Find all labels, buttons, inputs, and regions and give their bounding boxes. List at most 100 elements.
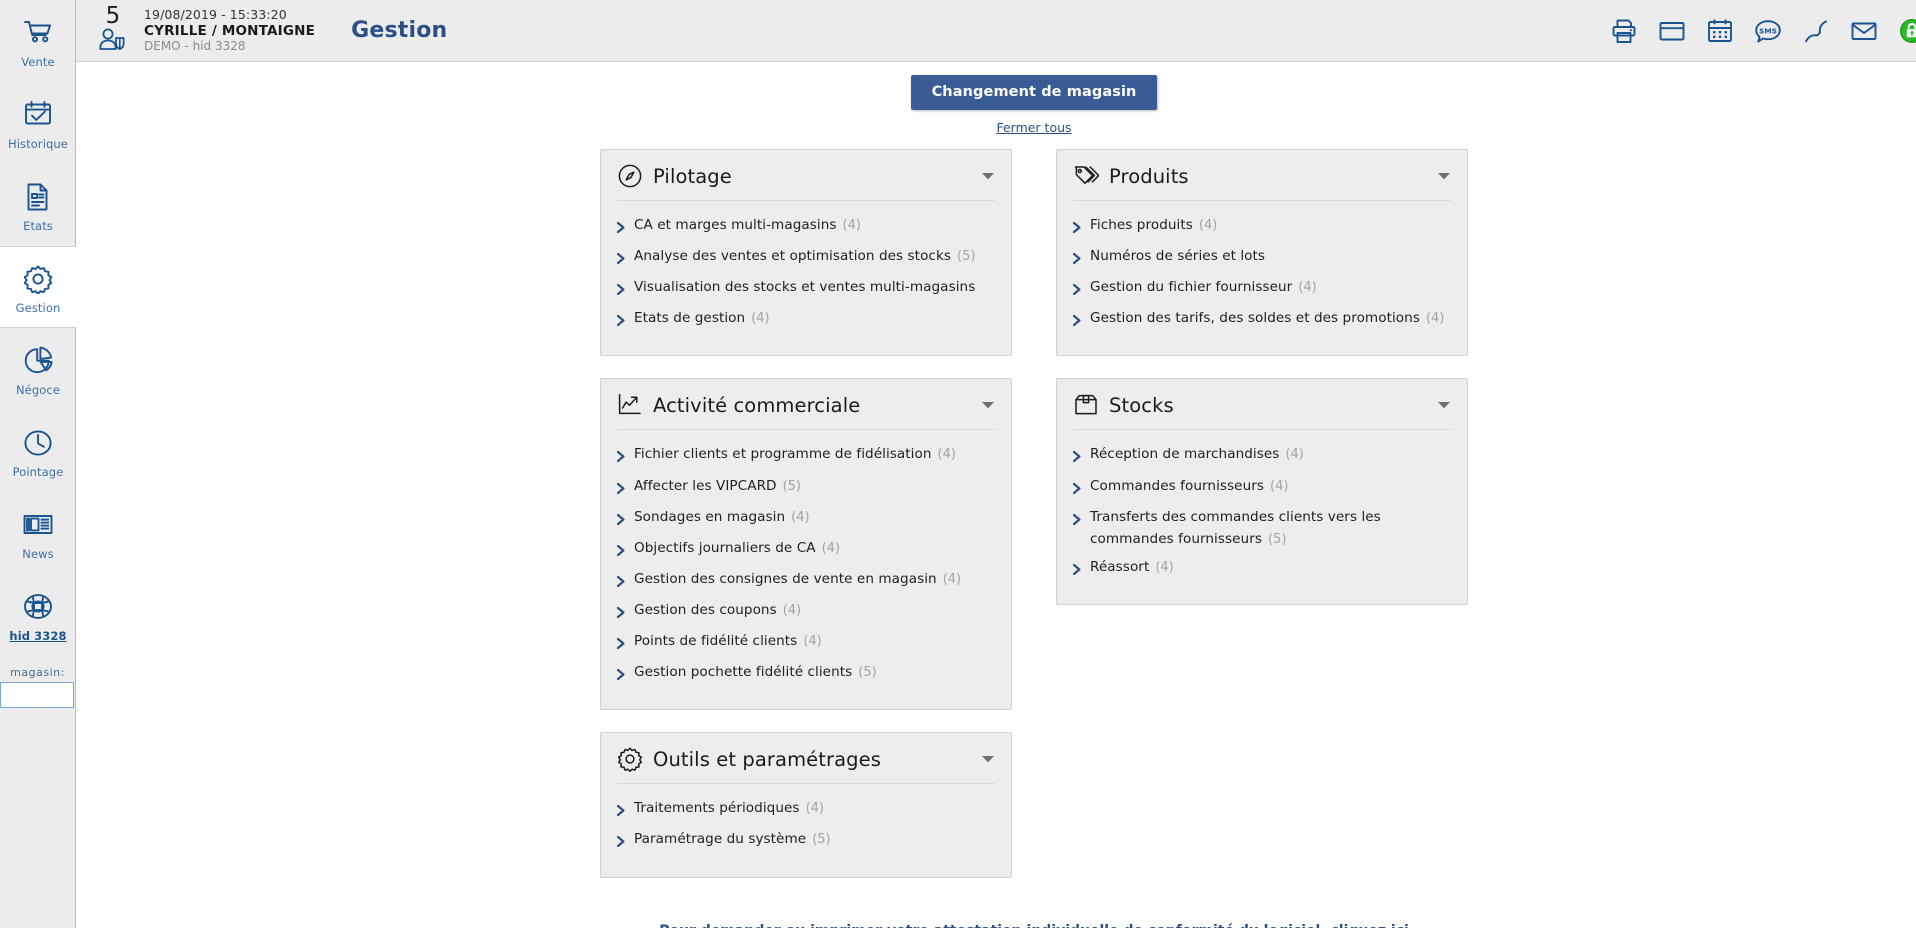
- list-item-count: (4): [1425, 311, 1445, 327]
- sidebar-item-label: Pointage: [12, 464, 64, 479]
- chevron-right-icon: [1072, 248, 1082, 269]
- card-list: Fiches produits (4) Numéros de séries et l…: [1057, 201, 1467, 331]
- sidebar-item-etats[interactable]: Etats: [0, 164, 76, 246]
- header-texts: 19/08/2019 - 15:33:20 CYRILLE / MONTAIGN…: [144, 7, 315, 53]
- chevron-down-icon[interactable]: [981, 400, 995, 410]
- sidebar-item-hid-3328[interactable]: hid 3328: [0, 574, 76, 656]
- list-item-text-wrap: Commandes fournisseurs (4): [1090, 474, 1288, 496]
- list-item-count: (4): [803, 634, 822, 650]
- list-item-label: Objectifs journaliers de CA: [634, 539, 816, 556]
- list-item[interactable]: Gestion pochette fidélité clients (5): [616, 660, 995, 685]
- list-item[interactable]: Etats de gestion (4): [616, 306, 995, 331]
- page-title: Gestion: [351, 18, 448, 43]
- chevron-right-icon: [616, 602, 626, 623]
- chevron-right-icon: [616, 633, 626, 654]
- sidebar-item-news[interactable]: News: [0, 492, 76, 574]
- sidebar-item-n-goce[interactable]: Négoce: [0, 328, 76, 410]
- sidebar-item-historique[interactable]: Historique: [0, 82, 76, 164]
- card-title: Outils et paramétrages: [653, 747, 882, 771]
- list-item[interactable]: Paramétrage du système (5): [616, 827, 995, 852]
- sidebar-item-label: News: [22, 546, 54, 561]
- header-icons: SMS: [1610, 17, 1916, 45]
- list-item-text-wrap: Fichier clients et programme de fidélisa…: [634, 442, 956, 464]
- chevron-right-icon: [616, 664, 626, 685]
- envelope-icon[interactable]: [1850, 17, 1878, 45]
- list-item[interactable]: Réassort (4): [1072, 555, 1451, 580]
- list-item-count: (4): [942, 571, 962, 587]
- sidebar-item-vente[interactable]: Vente: [0, 0, 76, 82]
- card-list: Réception de marchandises (4) Commandes fo…: [1057, 430, 1467, 579]
- list-item-label: CA et marges multi-magasins: [634, 217, 837, 233]
- list-item[interactable]: Numéros de séries et lots: [1072, 244, 1451, 269]
- printer-icon[interactable]: [1610, 17, 1638, 45]
- card-pilotage: Pilotage CA et marges multi-magasins (4) An…: [600, 149, 1012, 357]
- sidebar-nav: Vente Historique Etats Gestion Négoce Po…: [0, 0, 76, 656]
- lifebuoy-icon: [23, 588, 53, 626]
- close-all-link[interactable]: Fermer tous: [76, 120, 1916, 135]
- list-item-label: Transferts des commandes clients vers le…: [1090, 508, 1381, 547]
- list-item-count: (4): [1285, 447, 1304, 463]
- list-item[interactable]: Visualisation des stocks et ventes multi…: [616, 275, 995, 300]
- chevron-right-icon: [616, 446, 626, 467]
- chevron-down-icon[interactable]: [981, 171, 995, 181]
- chevron-right-icon: [1072, 478, 1082, 499]
- cards-area: Pilotage CA et marges multi-magasins (4) An…: [76, 149, 1916, 878]
- list-item[interactable]: Analyse des ventes et optimisation des s…: [616, 244, 995, 269]
- change-store-button[interactable]: Changement de magasin: [910, 75, 1158, 110]
- list-item[interactable]: Sondages en magasin (4): [616, 505, 995, 530]
- magasin-input[interactable]: [0, 682, 74, 708]
- list-item[interactable]: Commandes fournisseurs (4): [1072, 474, 1451, 499]
- user-count: 5: [105, 2, 121, 29]
- line-chart-up-icon: [617, 392, 643, 418]
- list-item-label: Numéros de séries et lots: [1090, 248, 1266, 265]
- list-item-text-wrap: Points de fidélité clients (4): [634, 629, 822, 651]
- card-header-stocks[interactable]: Stocks: [1057, 379, 1467, 418]
- list-item-count: (4): [782, 602, 802, 618]
- list-item[interactable]: Fiches produits (4): [1072, 213, 1451, 238]
- window-icon[interactable]: [1658, 17, 1686, 45]
- card-header-activite-commerciale[interactable]: Activité commerciale: [601, 379, 1011, 418]
- tags-icon: [1073, 163, 1099, 189]
- list-item[interactable]: Gestion du fichier fournisseur (4): [1072, 275, 1451, 300]
- chevron-right-icon: [616, 571, 626, 592]
- list-item[interactable]: Gestion des consignes de vente en magasi…: [616, 567, 995, 592]
- card-list: CA et marges multi-magasins (4) Analyse de…: [601, 201, 1011, 331]
- pie-chart-icon: [23, 342, 53, 380]
- list-item[interactable]: Fichier clients et programme de fidélisa…: [616, 442, 995, 467]
- list-item[interactable]: CA et marges multi-magasins (4): [616, 213, 995, 238]
- phone-icon[interactable]: [1802, 17, 1830, 45]
- card-header-produits[interactable]: Produits: [1057, 150, 1467, 189]
- conformity-certificate-link[interactable]: Pour demander ou imprimer votre attestat…: [659, 923, 1409, 928]
- chevron-right-icon: [616, 279, 626, 300]
- box-icon: [1073, 392, 1099, 418]
- calendar-icon[interactable]: [1706, 17, 1734, 45]
- list-item-label: Etats de gestion: [634, 310, 746, 327]
- list-item[interactable]: Réception de marchandises (4): [1072, 442, 1451, 467]
- list-item-count: (4): [1198, 218, 1218, 233]
- list-item[interactable]: Affecter les VIPCARD (5): [616, 474, 995, 499]
- card-header-pilotage[interactable]: Pilotage: [601, 150, 1011, 189]
- list-item[interactable]: Gestion des tarifs, des soldes et des pr…: [1072, 306, 1451, 331]
- list-item[interactable]: Objectifs journaliers de CA (4): [616, 536, 995, 561]
- lock-icon[interactable]: [1898, 17, 1916, 45]
- list-item[interactable]: Points de fidélité clients (4): [616, 629, 995, 654]
- chevron-down-icon[interactable]: [981, 754, 995, 764]
- card-title: Activité commerciale: [653, 393, 861, 417]
- list-item-count: (5): [858, 665, 877, 681]
- magasin-block: magasin:: [0, 666, 75, 708]
- chevron-down-icon[interactable]: [1437, 400, 1451, 410]
- calendar-check-icon: [23, 96, 53, 134]
- card-title: Stocks: [1109, 393, 1174, 417]
- main-content: Changement de magasin Fermer tous Pilota…: [76, 62, 1916, 928]
- sms-icon[interactable]: SMS: [1754, 17, 1782, 45]
- list-item[interactable]: Gestion des coupons (4): [616, 598, 995, 623]
- card-header-outils-et-parametrages[interactable]: Outils et paramétrages: [601, 733, 1011, 773]
- chevron-down-icon[interactable]: [1437, 171, 1451, 181]
- chevron-right-icon: [1072, 217, 1082, 238]
- list-item[interactable]: Traitements périodiques (4): [616, 796, 995, 821]
- card-title: Produits: [1109, 164, 1189, 188]
- list-item[interactable]: Transferts des commandes clients vers le…: [1072, 505, 1451, 549]
- sidebar-item-gestion[interactable]: Gestion: [0, 246, 76, 328]
- sidebar-item-pointage[interactable]: Pointage: [0, 410, 76, 492]
- list-item-text-wrap: Gestion des coupons (4): [634, 598, 801, 620]
